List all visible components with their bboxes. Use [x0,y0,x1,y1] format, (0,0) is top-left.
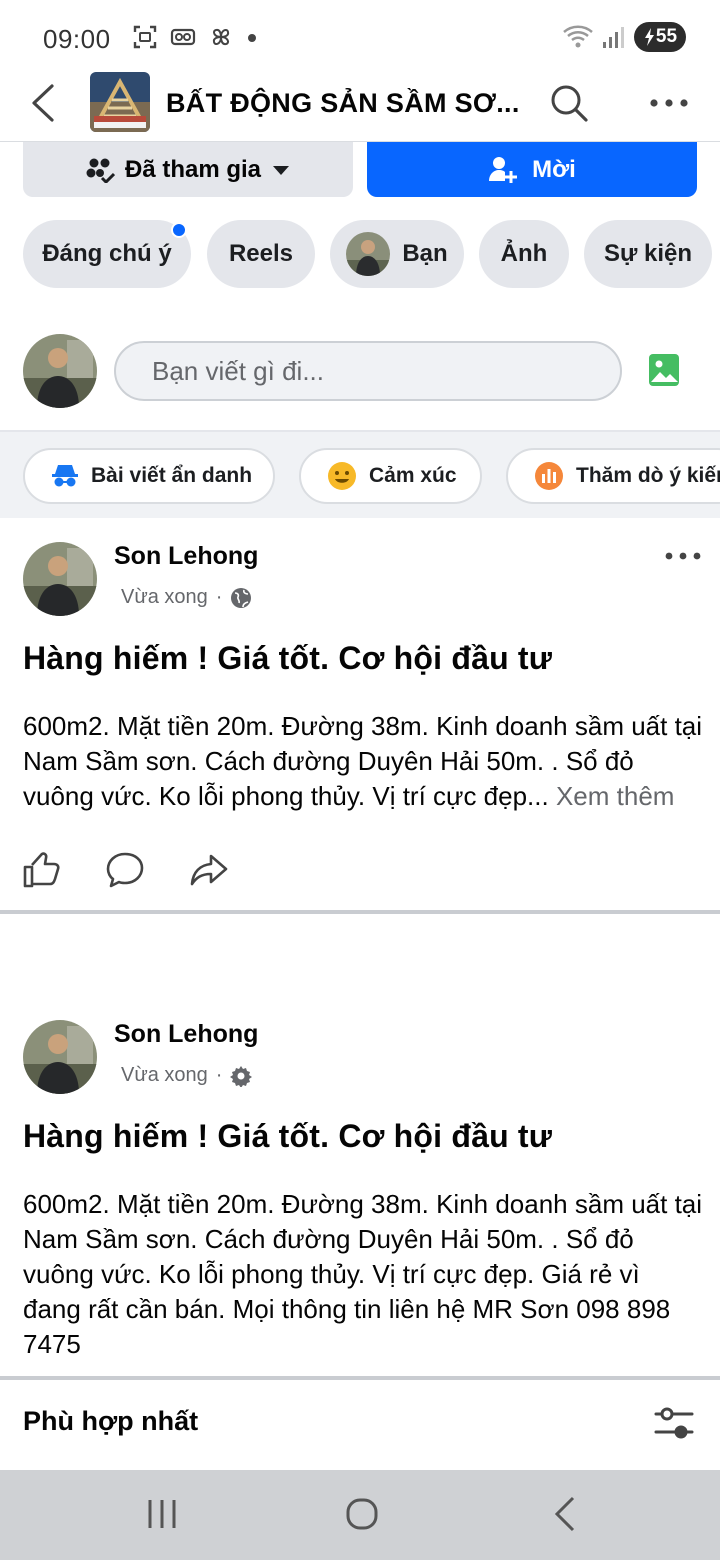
group-header: BẤT ĐỘNG SẢN SẦM SƠ... [0,70,720,142]
search-icon[interactable] [548,82,590,124]
post-meta: Vừa xong · [121,586,252,609]
chip-events-label: Sự kiện [603,240,693,267]
composer-input[interactable]: Bạn viết gì đi... [114,341,622,401]
composer-avatar[interactable] [23,334,97,408]
recent-apps-icon[interactable] [142,1494,182,1534]
anonymous-post-button[interactable]: Bài viết ẩn danh [23,448,275,504]
post-author-name[interactable]: Son Lehong [114,1020,258,1049]
post-time[interactable]: Vừa xong [121,586,208,609]
post-actions [22,851,228,889]
post-title: Hàng hiếm ! Giá tốt. Cơ hội đầu tư [23,640,553,676]
new-content-dot [171,222,187,238]
like-icon[interactable] [22,851,60,889]
post-author-avatar[interactable] [23,1020,97,1094]
share-icon[interactable] [190,851,228,889]
battery-level: 55 [655,26,678,47]
meta-separator: · [215,586,223,608]
scan-icon [133,25,157,49]
sort-label[interactable]: Phù hợp nhất [23,1406,198,1437]
feeling-label: Cảm xúc [369,464,457,487]
back-icon[interactable] [26,80,66,126]
voicemail-icon [170,28,196,46]
gear-icon [230,1065,253,1087]
joined-label: Đã tham gia [124,155,262,183]
status-system-icons: 55 [562,22,686,52]
post-card: Son Lehong Vừa xong · Hàng hiếm ! Giá tố… [0,996,720,1376]
poll-button[interactable]: Thăm dò ý kiến [506,448,720,504]
dot-icon [248,34,256,42]
post-body: 600m2. Mặt tiền 20m. Đường 38m. Kinh doa… [23,1189,703,1359]
chip-photos[interactable]: Ảnh [479,220,569,288]
wifi-icon [563,25,593,48]
feeling-button[interactable]: Cảm xúc [299,448,482,504]
friend-avatar [346,232,391,276]
post-time[interactable]: Vừa xong [121,1064,208,1087]
chip-events[interactable]: Sự kiện [584,220,712,288]
chip-reels[interactable]: Reels [207,220,315,288]
post-card: Son Lehong Vừa xong · Hàng hiếm ! Giá tố… [0,518,720,912]
more-options-icon[interactable] [648,88,690,118]
poll-label: Thăm dò ý kiến [576,464,720,487]
add-person-icon [489,156,518,183]
globe-icon [231,587,252,608]
system-back-icon[interactable] [545,1494,585,1534]
photo-icon[interactable] [648,352,680,388]
post-body: 600m2. Mặt tiền 20m. Đường 38m. Kinh doa… [23,709,703,814]
charging-icon [644,28,654,46]
home-icon[interactable] [342,1494,382,1534]
post-divider [0,910,720,914]
pinwheel-icon [212,28,230,46]
post-title: Hàng hiếm ! Giá tốt. Cơ hội đầu tư [23,1118,553,1154]
chip-featured-label: Đáng chú ý [42,240,172,267]
invite-label: Mời [532,155,576,183]
anonymous-post-label: Bài viết ẩn danh [91,464,253,487]
quick-actions-row: Bài viết ẩn danh Cảm xúc Thăm dò ý kiến [0,432,720,518]
filter-sliders-icon[interactable] [654,1406,694,1440]
smiley-icon [328,462,356,490]
group-cover-image [90,72,150,132]
joined-button[interactable]: Đã tham gia [23,142,353,197]
group-title[interactable]: BẤT ĐỘNG SẢN SẦM SƠ... [166,88,520,119]
post-author-name[interactable]: Son Lehong [114,542,258,571]
poll-icon [535,462,563,490]
signal-icon [603,27,624,48]
see-more-link[interactable]: Xem thêm [556,781,675,811]
post-options-icon[interactable] [665,550,701,562]
system-navigation-bar [0,1470,720,1560]
chip-photos-label: Ảnh [500,240,548,267]
meta-separator: · [215,1064,223,1086]
battery-indicator: 55 [634,22,686,52]
chip-reels-label: Reels [228,240,294,267]
post-author-avatar[interactable] [23,542,97,616]
chip-friends[interactable]: Bạn [330,220,464,288]
invite-button[interactable]: Mời [367,142,697,197]
group-cover-thumbnail[interactable] [90,72,150,132]
group-members-icon [86,158,115,183]
caret-down-icon [273,165,290,175]
status-bar: 09:00 55 [0,0,720,74]
comment-icon[interactable] [106,851,144,889]
status-notification-icons [132,24,258,50]
post-meta: Vừa xong · [121,1064,253,1087]
feed-sort-bar: Phù hợp nhất [0,1380,720,1470]
incognito-icon [52,465,78,487]
chip-friends-label: Bạn [402,240,448,267]
status-time: 09:00 [43,24,111,54]
chip-featured[interactable]: Đáng chú ý [23,220,191,288]
